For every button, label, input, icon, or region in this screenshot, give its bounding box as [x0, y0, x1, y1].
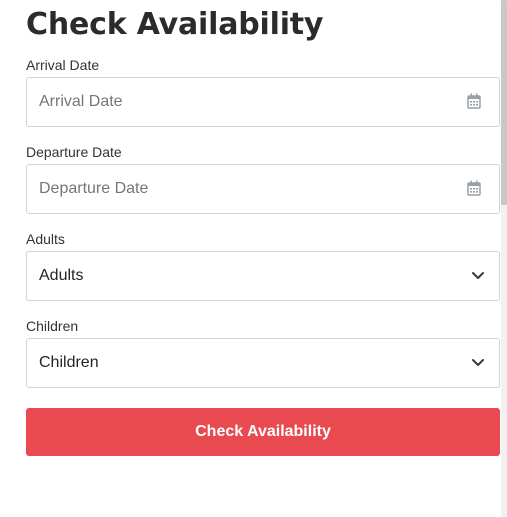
children-group: Children Children	[26, 317, 500, 388]
calendar-icon[interactable]	[467, 180, 481, 196]
adults-group: Adults Adults	[26, 230, 500, 301]
calendar-icon[interactable]	[467, 93, 481, 109]
children-label: Children	[26, 318, 79, 334]
scrollbar-thumb[interactable]	[501, 0, 507, 205]
page: Check Availability Arrival Date Depart	[0, 0, 507, 517]
adults-select[interactable]: Adults	[26, 251, 500, 301]
departure-date-field[interactable]	[26, 164, 500, 214]
check-availability-button[interactable]: Check Availability	[26, 408, 500, 456]
arrival-date-input[interactable]	[27, 78, 499, 126]
adults-select-value: Adults	[39, 267, 84, 284]
adults-label: Adults	[26, 231, 65, 247]
arrival-date-label: Arrival Date	[26, 57, 100, 73]
chevron-down-icon	[472, 272, 484, 279]
arrival-date-field[interactable]	[26, 77, 500, 127]
scrollbar-track[interactable]	[501, 0, 507, 517]
chevron-down-icon	[472, 359, 484, 366]
availability-form: Check Availability Arrival Date Depart	[26, 0, 500, 456]
children-select[interactable]: Children	[26, 338, 500, 388]
departure-date-group: Departure Date	[26, 143, 500, 214]
departure-date-input[interactable]	[27, 165, 499, 213]
arrival-date-group: Arrival Date	[26, 56, 500, 127]
departure-date-label: Departure Date	[26, 144, 122, 160]
children-select-value: Children	[39, 354, 99, 371]
form-title: Check Availability	[26, 7, 324, 42]
